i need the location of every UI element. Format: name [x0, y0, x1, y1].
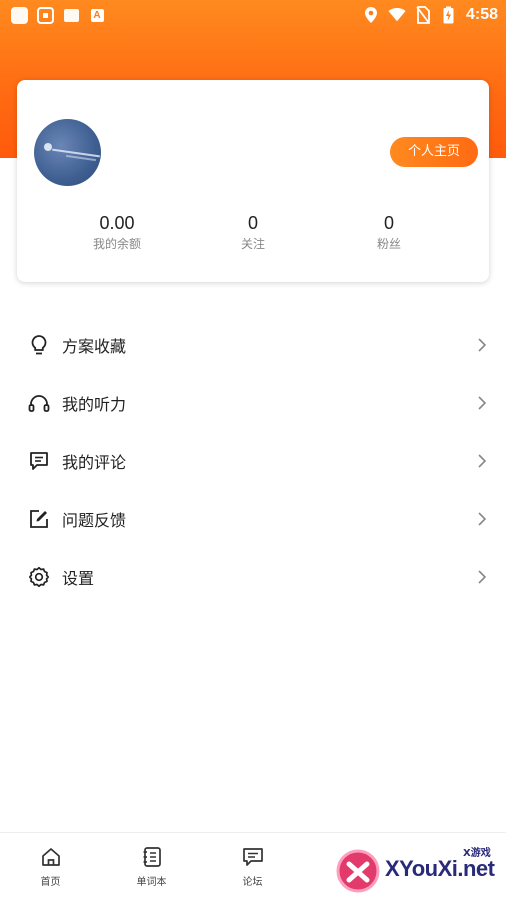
following-label: 关注: [240, 237, 265, 251]
menu-item-label: 方案收藏: [62, 337, 127, 356]
menu-item-my-listening[interactable]: 我的听力: [0, 374, 506, 432]
nav-forum[interactable]: 论坛: [202, 833, 303, 900]
headphones-icon: [28, 392, 50, 414]
lightbulb-icon: [28, 334, 50, 356]
following-value: 0: [247, 213, 258, 233]
forum-icon: [241, 845, 265, 869]
profile-card: 个人主页 0.00 我的余额 0 关注 0 粉丝: [17, 80, 489, 282]
followers-stat[interactable]: 0 粉丝: [289, 212, 489, 252]
balance-value: 0.00: [99, 213, 135, 233]
edit-icon: [28, 508, 50, 530]
status-left-icons: A: [10, 6, 106, 24]
nav-wordbook[interactable]: 单词本: [101, 833, 202, 900]
watermark-text: XYouXi.net: [385, 856, 495, 881]
menu-item-label: 我的评论: [62, 453, 127, 472]
notification-icon: [36, 6, 54, 24]
followers-value: 0: [383, 213, 394, 233]
nav-label: 单词本: [136, 877, 167, 888]
menu-item-settings[interactable]: 设置: [0, 548, 506, 606]
nav-label: 首页: [40, 877, 61, 888]
wifi-icon: [388, 6, 406, 24]
menu-item-my-comments[interactable]: 我的评论: [0, 432, 506, 490]
settings-menu: 方案收藏 我的听力 我的评论 问题反馈 设置: [0, 316, 506, 606]
menu-item-label: 问题反馈: [62, 511, 127, 530]
menu-item-label: 设置: [62, 569, 95, 588]
chevron-right-icon: [474, 511, 490, 527]
gear-icon: [28, 566, 50, 588]
chevron-right-icon: [474, 395, 490, 411]
notebook-icon: [140, 845, 164, 869]
personal-homepage-button[interactable]: 个人主页: [390, 137, 478, 167]
status-bar: A 4:58: [0, 0, 506, 30]
watermark-logo-icon: [336, 849, 380, 893]
avatar[interactable]: [34, 119, 101, 186]
image-icon: [62, 6, 80, 24]
nav-home[interactable]: 首页: [0, 833, 101, 900]
watermark: X游戏 XYouXi.net: [335, 842, 505, 896]
chevron-right-icon: [474, 569, 490, 585]
menu-item-label: 我的听力: [62, 395, 127, 414]
chevron-right-icon: [474, 337, 490, 353]
profile-stats: 0.00 我的余额 0 关注 0 粉丝: [17, 212, 489, 252]
balance-label: 我的余额: [92, 237, 141, 251]
chevron-right-icon: [474, 453, 490, 469]
app-icon: [10, 6, 28, 24]
menu-item-plan-favorites[interactable]: 方案收藏: [0, 316, 506, 374]
font-icon: A: [88, 6, 106, 24]
menu-item-feedback[interactable]: 问题反馈: [0, 490, 506, 548]
comment-icon: [28, 450, 50, 472]
battery-charging-icon: [440, 6, 458, 24]
followers-label: 粉丝: [376, 237, 401, 251]
balance-stat[interactable]: 0.00 我的余额: [17, 212, 217, 252]
following-stat[interactable]: 0 关注: [217, 212, 289, 252]
location-icon: [362, 6, 380, 24]
status-right-icons: 4:58: [362, 6, 498, 24]
nav-label: 论坛: [242, 877, 263, 888]
no-sim-icon: [414, 6, 432, 24]
home-icon: [39, 845, 63, 869]
status-time: 4:58: [465, 6, 498, 23]
